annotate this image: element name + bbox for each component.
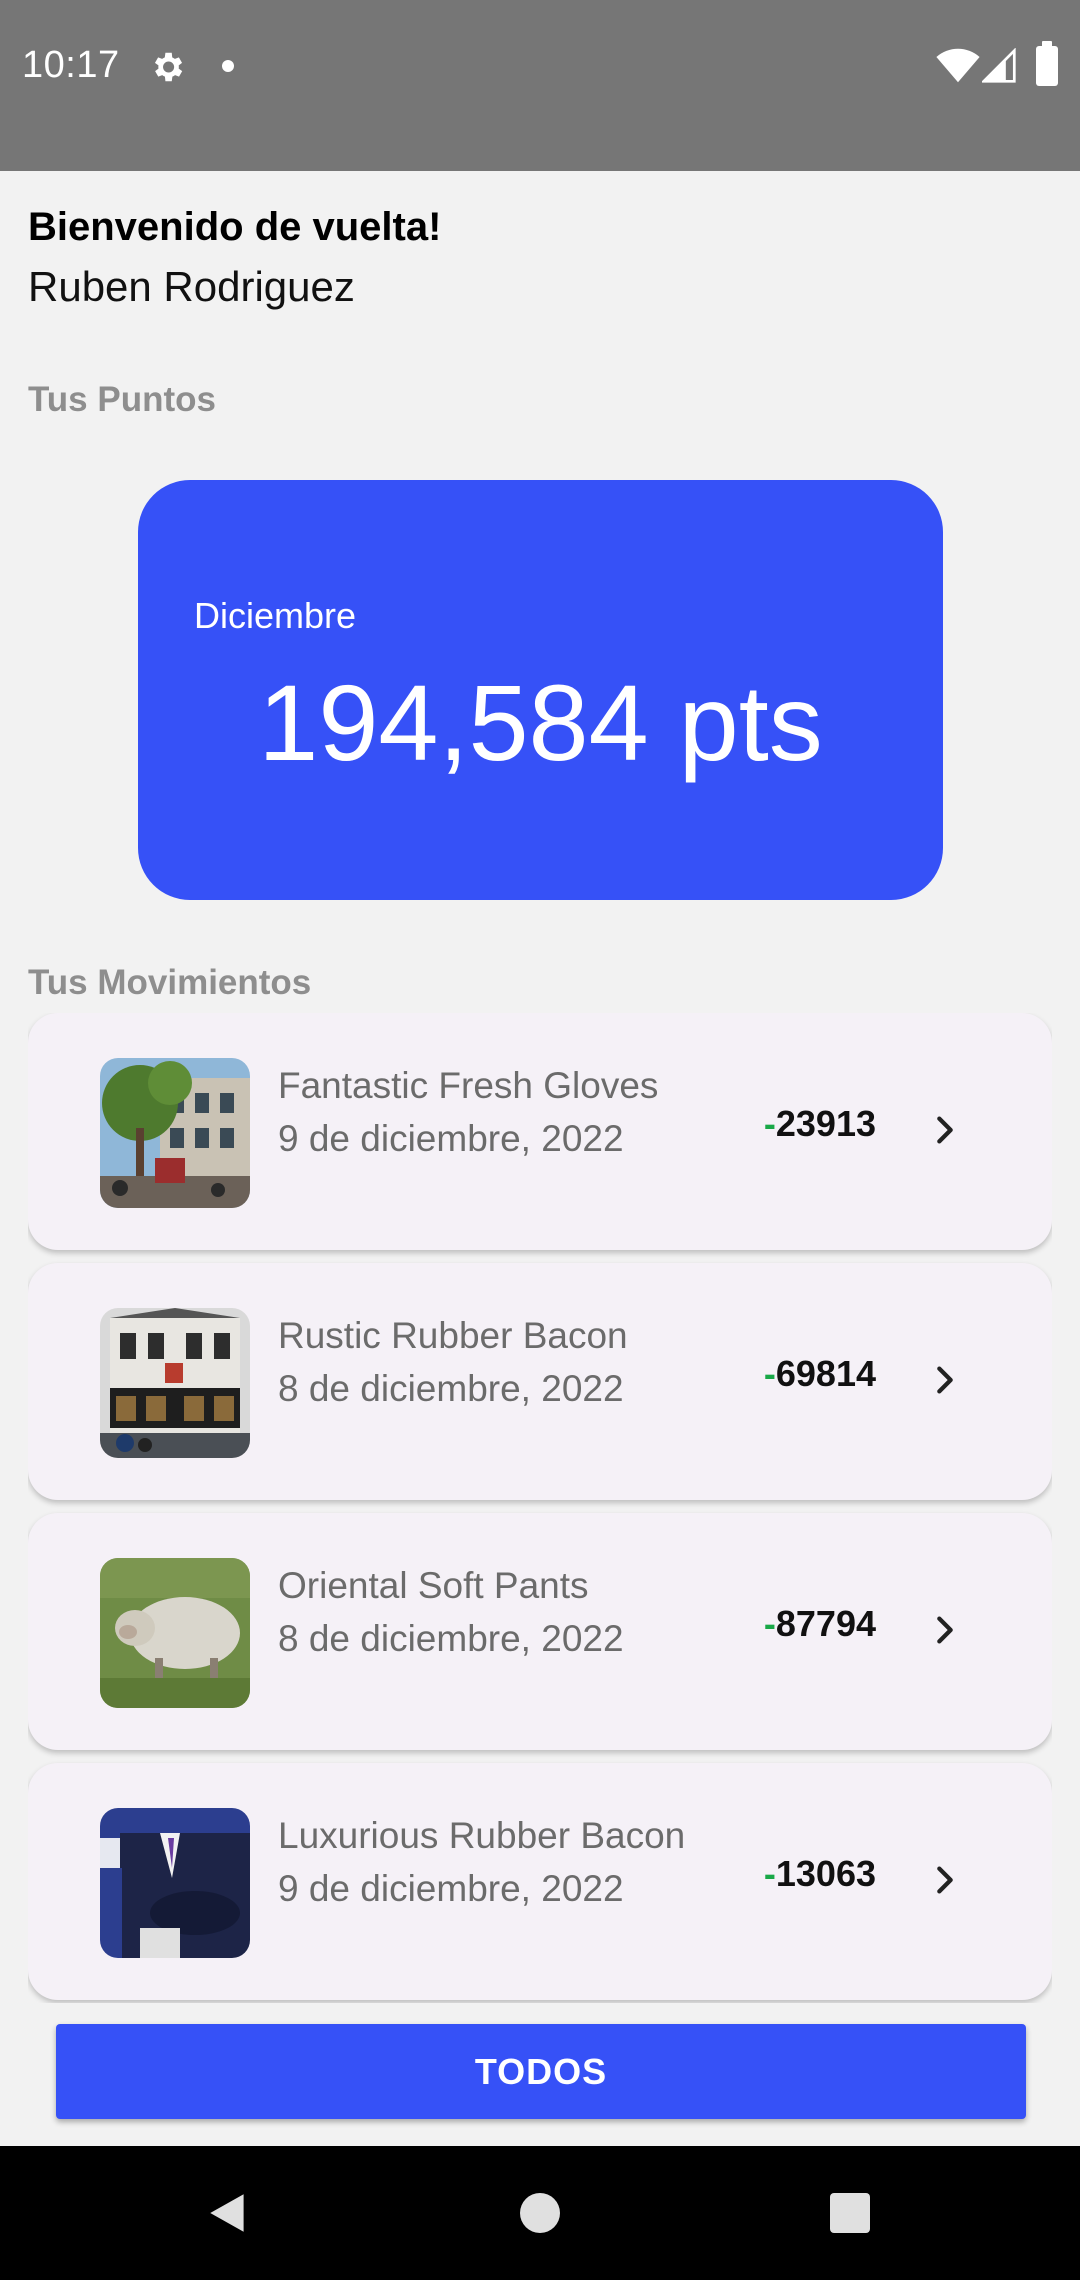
todos-button[interactable]: TODOS [56,2024,1026,2119]
points-value: 194,584 pts [258,662,823,783]
movements-section-title: Tus Movimientos [28,963,312,1002]
welcome-title: Bienvenido de vuelta! [28,205,442,249]
cell-signal-icon [982,48,1016,83]
movement-card[interactable]: Oriental Soft Pants 8 de diciembre, 2022… [28,1513,1052,1750]
system-nav-bar [0,2146,1080,2280]
movement-amount: -13063 [764,1853,876,1895]
movement-name: Fantastic Fresh Gloves [278,1065,659,1106]
movement-name: Rustic Rubber Bacon [278,1315,628,1356]
chevron-right-icon[interactable] [928,1363,962,1397]
movement-amount-value: 87794 [775,1603,876,1644]
settings-gear-icon [154,52,183,82]
movement-card[interactable]: Fantastic Fresh Gloves 9 de diciembre, 2… [28,1013,1052,1250]
chevron-right-icon[interactable] [928,1613,962,1647]
movement-amount: -69814 [764,1353,876,1395]
movement-sign: - [763,1353,776,1394]
movements-list[interactable]: Fantastic Fresh Gloves 9 de diciembre, 2… [28,1013,1052,2003]
sheep-photo [100,1558,250,1708]
status-bar: 10:17 [0,0,1080,171]
movement-amount: -87794 [764,1603,876,1645]
movement-amount: -23913 [764,1103,876,1145]
movement-card[interactable]: Rustic Rubber Bacon 8 de diciembre, 2022… [28,1263,1052,1500]
movement-date: 9 de diciembre, 2022 [278,1118,624,1159]
movement-amount-value: 23913 [775,1103,876,1144]
movement-name: Luxurious Rubber Bacon [278,1815,686,1856]
points-card: Diciembre 194,584 pts [138,480,943,900]
recents-icon[interactable] [830,2193,870,2233]
movement-sign: - [763,1853,776,1894]
person-suit-photo [100,1808,250,1958]
movement-amount-value: 69814 [775,1353,876,1394]
movement-date: 8 de diciembre, 2022 [278,1368,624,1409]
movement-name: Oriental Soft Pants [278,1565,589,1606]
points-month: Diciembre [194,595,357,636]
movement-date: 9 de diciembre, 2022 [278,1868,624,1909]
back-icon[interactable] [204,2188,254,2238]
movement-date: 8 de diciembre, 2022 [278,1618,624,1659]
points-section-title: Tus Puntos [28,380,216,419]
home-icon[interactable] [520,2193,560,2233]
wifi-icon [936,48,980,83]
street-building-photo [100,1058,250,1208]
movement-amount-value: 13063 [775,1853,876,1894]
pub-building-photo [100,1308,250,1458]
battery-icon [1036,41,1058,86]
notification-dot-icon [222,60,234,72]
movement-sign: - [763,1603,776,1644]
movement-sign: - [763,1103,776,1144]
user-name: Ruben Rodriguez [28,263,355,310]
movement-card[interactable]: Luxurious Rubber Bacon 9 de diciembre, 2… [28,1763,1052,2000]
chevron-right-icon[interactable] [928,1863,962,1897]
status-time: 10:17 [22,44,120,86]
chevron-right-icon[interactable] [928,1113,962,1147]
